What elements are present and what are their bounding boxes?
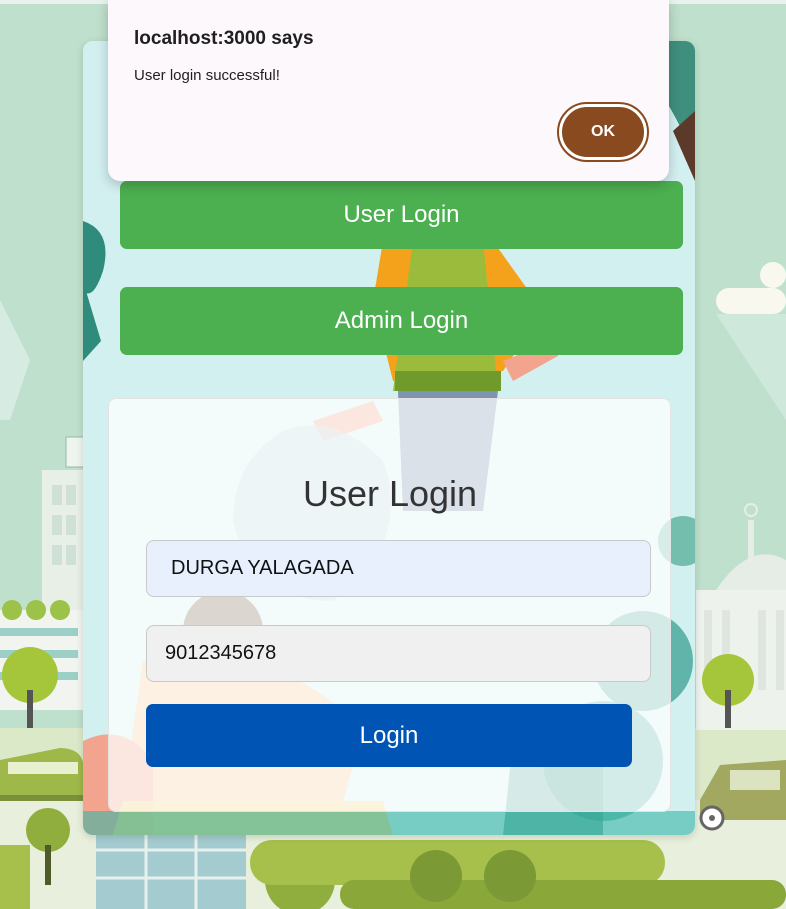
- ok-button[interactable]: OK: [557, 102, 649, 162]
- name-input[interactable]: DURGA YALAGADA: [146, 540, 651, 597]
- login-button[interactable]: Login: [146, 704, 632, 767]
- form-title: User Login: [302, 473, 478, 514]
- admin-login-nav-button[interactable]: Admin Login: [120, 287, 683, 355]
- user-login-form: User Login DURGA YALAGADA 9012345678 Log…: [108, 398, 671, 812]
- mobile-input[interactable]: 9012345678: [146, 625, 651, 682]
- user-login-nav-button[interactable]: User Login: [120, 181, 683, 249]
- dialog-title: localhost:3000 says: [134, 28, 314, 49]
- dialog-message: User login successful!: [134, 67, 280, 84]
- alert-dialog: localhost:3000 says User login successfu…: [108, 0, 669, 181]
